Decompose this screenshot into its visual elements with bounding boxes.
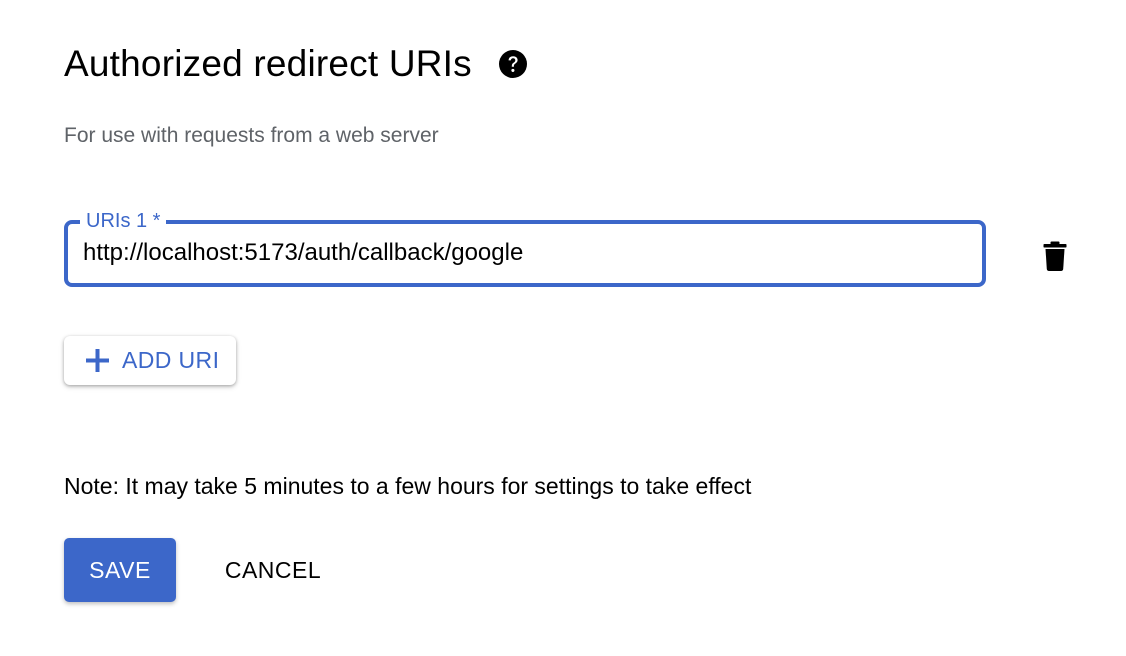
help-circle-icon[interactable]: [498, 49, 528, 79]
trash-icon[interactable]: [1041, 240, 1069, 272]
cancel-button[interactable]: CANCEL: [208, 538, 338, 602]
section-title: Authorized redirect URIs: [64, 43, 472, 84]
trash-icon-glyph: [1043, 241, 1067, 271]
section-header: Authorized redirect URIs: [64, 38, 528, 90]
add-uri-button[interactable]: ADD URI: [64, 336, 236, 385]
save-button[interactable]: SAVE: [64, 538, 176, 602]
section-subtitle: For use with requests from a web server: [64, 124, 439, 147]
uri-field-label: URIs 1 *: [80, 208, 167, 234]
uri-field[interactable]: URIs 1 *: [64, 208, 986, 287]
plus-icon: [86, 349, 109, 372]
uri-input[interactable]: [83, 238, 963, 268]
help-circle-icon-glyph: [498, 50, 527, 78]
add-uri-label: ADD URI: [122, 347, 220, 373]
settings-note: Note: It may take 5 minutes to a few hou…: [64, 473, 752, 499]
